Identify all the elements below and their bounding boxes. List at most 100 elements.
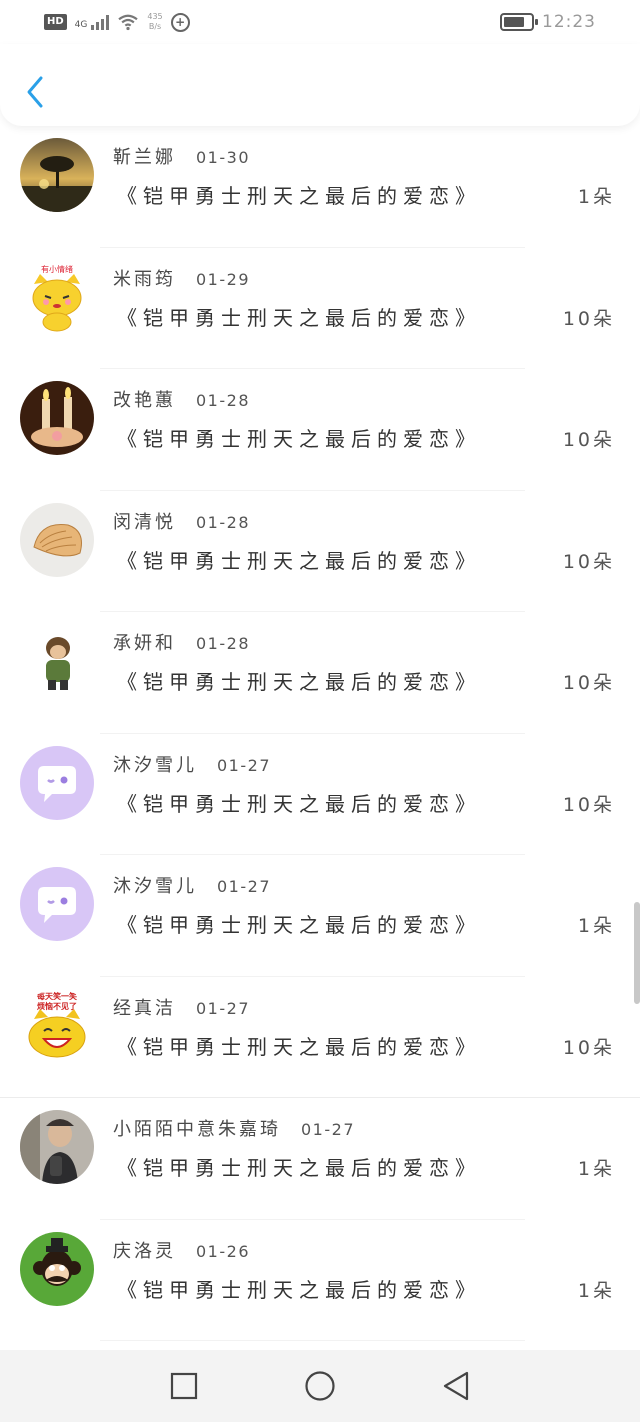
list-item[interactable]: 承妍和 01-28 《铠甲勇士刑天之最后的爱恋》 10朵 — [0, 612, 640, 734]
cartoon-figure-avatar[interactable] — [20, 624, 94, 698]
sender-line: 米雨筠 01-29 — [113, 265, 250, 291]
list-item[interactable]: 改艳蕙 01-28 《铠甲勇士刑天之最后的爱恋》 10朵 — [0, 369, 640, 491]
sender-line: 闵清悦 01-28 — [113, 508, 250, 534]
book-title: 《铠甲勇士刑天之最后的爱恋》 — [117, 1034, 481, 1059]
gift-date: 01-28 — [196, 391, 250, 410]
sender-name: 闵清悦 — [113, 511, 176, 533]
book-title: 《铠甲勇士刑天之最后的爱恋》 — [117, 670, 481, 694]
flower-count: 10朵 — [562, 793, 615, 816]
sender-name: 沐汐雪儿 — [113, 754, 197, 776]
book-title: 《铠甲勇士刑天之最后的爱恋》 — [117, 427, 481, 451]
list-item[interactable]: 每天笑一笑 烦恼不见了 经真洁 01-27 《铠甲勇士刑天之最后的爱恋》 10朵 — [0, 977, 640, 1098]
flower-count: 1朵 — [577, 1158, 615, 1180]
flower-count: 10朵 — [562, 307, 615, 330]
book-title: 《铠甲勇士刑天之最后的爱恋》 — [117, 1156, 481, 1180]
triangle-back-icon — [443, 1371, 469, 1401]
svg-text:烦恼不见了: 烦恼不见了 — [37, 1001, 77, 1011]
yellow-cat-sticker-avatar[interactable]: 有小情绪 — [20, 259, 94, 334]
list-item[interactable]: 小陌陌中意朱嘉琦 01-27 《铠甲勇士刑天之最后的爱恋》 1朵 — [0, 1098, 640, 1220]
status-bar: HD 4G 435 B/s + 12:23 — [0, 0, 640, 44]
flower-count: 1朵 — [577, 186, 615, 208]
speed-value: 435 — [147, 12, 163, 21]
gift-date: 01-27 — [301, 1120, 355, 1139]
sender-name: 靳兰娜 — [113, 147, 176, 168]
list-item[interactable]: 有小情绪 米雨筠 01-29 《铠甲勇士刑天之最后的爱恋》 10朵 — [0, 248, 640, 369]
status-right: 12:23 — [500, 12, 596, 32]
header-bar — [0, 44, 640, 126]
gift-date: 01-27 — [217, 877, 271, 896]
sunset-tree-photo-avatar[interactable] — [20, 138, 94, 212]
sender-line: 靳兰娜 01-30 — [113, 143, 250, 169]
sender-name: 改艳蕙 — [113, 390, 176, 411]
hd-badge: HD — [44, 14, 67, 30]
gift-date: 01-26 — [196, 1241, 250, 1261]
sender-line: 庆洛灵 01-26 — [113, 1237, 250, 1263]
sender-name: 米雨筠 — [113, 268, 176, 290]
list-item[interactable]: 沐汐雪儿 01-27 《铠甲勇士刑天之最后的爱恋》 1朵 — [0, 855, 640, 977]
book-title: 《铠甲勇士刑天之最后的爱恋》 — [117, 305, 481, 330]
system-back-button[interactable] — [438, 1368, 474, 1404]
wifi-icon — [118, 14, 139, 31]
book-title: 《铠甲勇士刑天之最后的爱恋》 — [117, 1277, 481, 1302]
gift-date: 01-27 — [196, 998, 250, 1018]
laughing-cat-sticker-avatar[interactable]: 每天笑一笑 烦恼不见了 — [20, 988, 94, 1063]
square-icon — [170, 1372, 198, 1400]
chat-bubble-default-avatar[interactable] — [20, 867, 94, 941]
svg-text:每天笑一笑: 每天笑一笑 — [37, 991, 77, 1001]
sender-line: 经真洁 01-27 — [113, 994, 250, 1020]
sender-line: 小陌陌中意朱嘉琦 01-27 — [113, 1115, 355, 1141]
sender-name: 承妍和 — [113, 633, 176, 654]
network-type: 4G — [74, 20, 88, 30]
book-title: 《铠甲勇士刑天之最后的爱恋》 — [117, 913, 481, 937]
list-item[interactable]: 闵清悦 01-28 《铠甲勇士刑天之最后的爱恋》 10朵 — [0, 491, 640, 612]
system-nav-bar — [0, 1350, 640, 1422]
battery-icon — [500, 13, 538, 31]
book-title: 《铠甲勇士刑天之最后的爱恋》 — [117, 548, 481, 573]
sender-line: 沐汐雪儿 01-27 — [113, 872, 271, 898]
chat-bubble-default-avatar[interactable] — [20, 745, 94, 820]
sender-line: 沐汐雪儿 01-27 — [113, 751, 271, 777]
sender-name: 小陌陌中意朱嘉琦 — [113, 1119, 281, 1140]
candles-photo-avatar[interactable] — [20, 381, 94, 455]
gift-list: 靳兰娜 01-30 《铠甲勇士刑天之最后的爱恋》 1朵 有小情绪 米雨筠 01-… — [0, 126, 640, 1341]
speed-unit: B/s — [148, 22, 162, 31]
sender-name: 沐汐雪儿 — [113, 876, 197, 897]
shell-photo-avatar[interactable] — [20, 502, 94, 577]
svg-text:有小情绪: 有小情绪 — [41, 264, 73, 274]
gift-date: 01-28 — [196, 634, 250, 653]
flower-count: 10朵 — [562, 672, 615, 694]
row-divider — [100, 1340, 525, 1341]
flower-count: 10朵 — [562, 550, 615, 573]
sender-line: 改艳蕙 01-28 — [113, 386, 250, 412]
list-item[interactable]: 靳兰娜 01-30 《铠甲勇士刑天之最后的爱恋》 1朵 — [0, 126, 640, 248]
gift-date: 01-30 — [196, 148, 250, 167]
list-item[interactable]: 沐汐雪儿 01-27 《铠甲勇士刑天之最后的爱恋》 10朵 — [0, 734, 640, 855]
clock: 12:23 — [542, 12, 596, 32]
sender-name: 经真洁 — [113, 997, 176, 1019]
signal-icon — [91, 14, 110, 30]
sender-line: 承妍和 01-28 — [113, 629, 250, 655]
battery-level — [504, 17, 524, 27]
gift-date: 01-27 — [217, 755, 271, 775]
flower-count: 1朵 — [577, 1279, 615, 1302]
flower-count: 10朵 — [562, 1036, 615, 1059]
list-item[interactable]: 庆洛灵 01-26 《铠甲勇士刑天之最后的爱恋》 1朵 — [0, 1220, 640, 1341]
gift-date: 01-29 — [196, 269, 250, 289]
person-photo-avatar[interactable] — [20, 1110, 94, 1184]
flower-count: 10朵 — [562, 429, 615, 451]
scrollbar[interactable] — [634, 902, 640, 1004]
gift-date: 01-28 — [196, 512, 250, 532]
back-button[interactable] — [20, 74, 50, 110]
circle-icon — [305, 1371, 335, 1401]
status-left: HD 4G 435 B/s + — [44, 12, 190, 32]
book-title: 《铠甲勇士刑天之最后的爱恋》 — [117, 184, 481, 208]
recents-button[interactable] — [166, 1368, 202, 1404]
home-button[interactable] — [302, 1368, 338, 1404]
flower-count: 1朵 — [577, 915, 615, 937]
navigation-app-icon: + — [170, 12, 190, 32]
network-speed: 435 B/s — [147, 12, 162, 32]
book-title: 《铠甲勇士刑天之最后的爱恋》 — [117, 791, 481, 816]
monkey-face-avatar[interactable] — [20, 1231, 94, 1306]
chevron-left-icon — [27, 76, 43, 108]
sender-name: 庆洛灵 — [113, 1240, 176, 1262]
